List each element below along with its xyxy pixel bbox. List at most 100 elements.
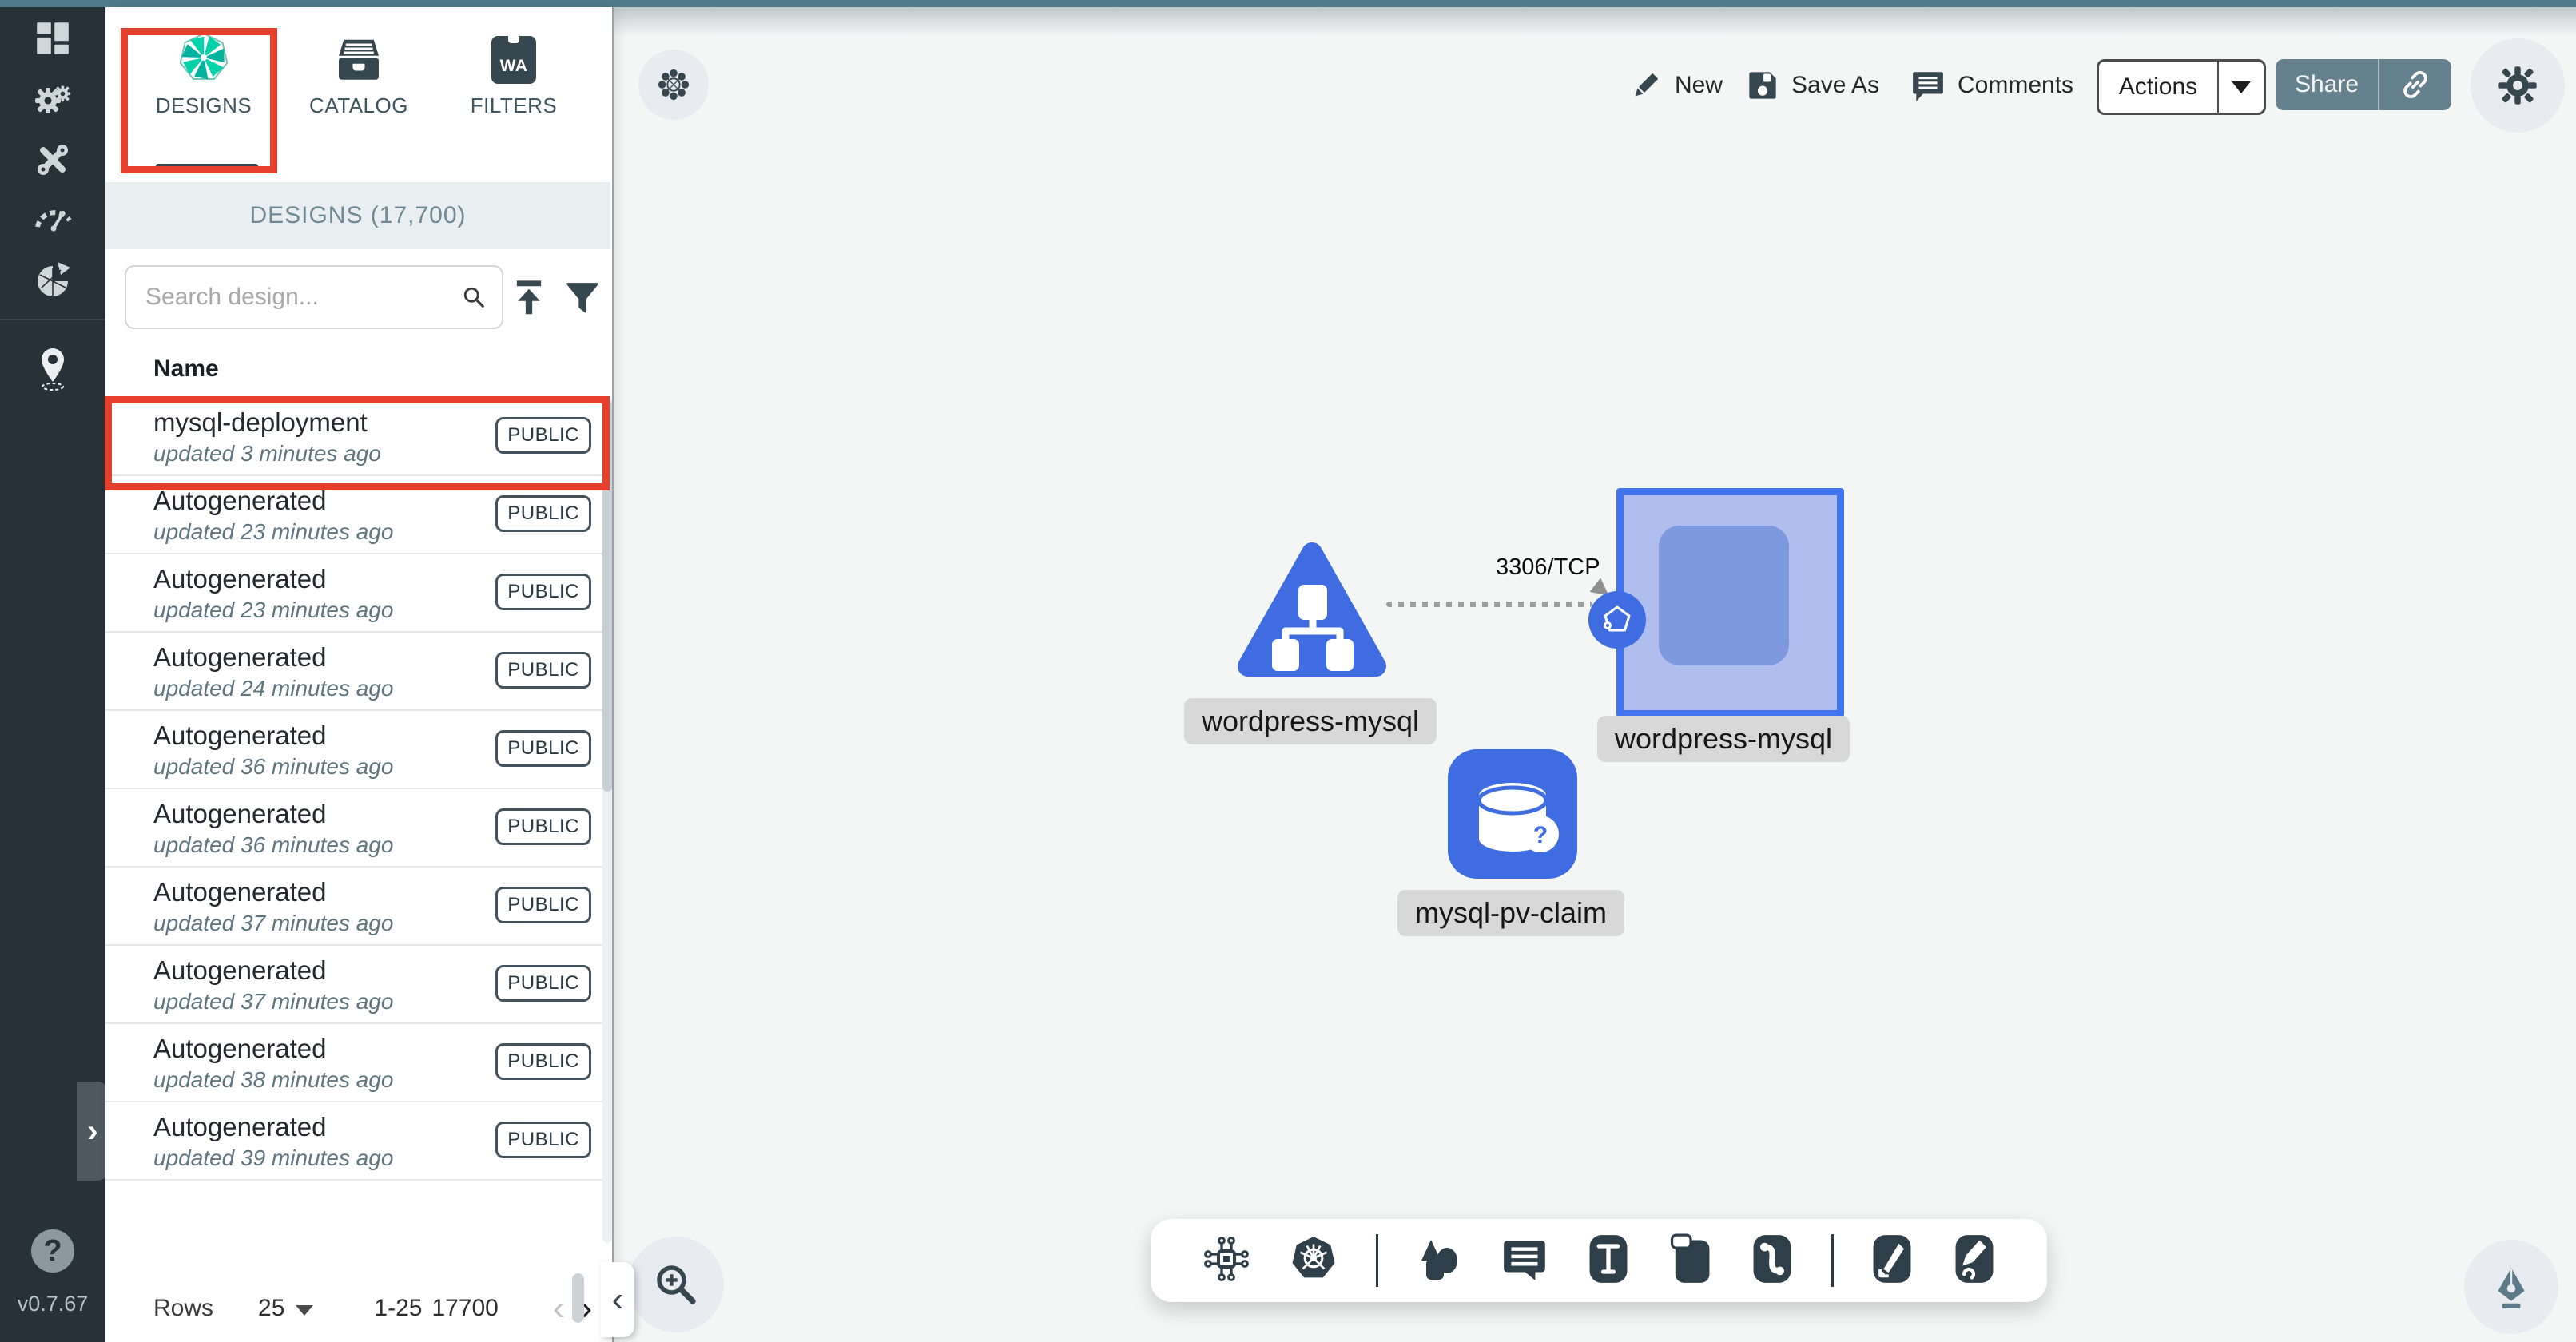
design-list-item[interactable]: Autogenerated updated 38 minutes ago PUB… [105,1024,610,1102]
visibility-badge: PUBLIC [495,887,591,923]
help-button[interactable]: ? [31,1229,74,1273]
components-tool-button[interactable] [1201,1233,1252,1288]
kubernetes-service-shape [1237,540,1387,677]
design-list-item[interactable]: Autogenerated updated 36 minutes ago PUB… [105,711,610,789]
link-tool-button[interactable] [1749,1233,1795,1288]
tab-filters-label: FILTERS [471,93,557,118]
lifecycle-gears-icon [32,78,74,120]
media-tool-icon [1668,1233,1714,1284]
pencil-icon [1630,69,1662,101]
zoom-in-button[interactable] [628,1237,724,1332]
visibility-badge: PUBLIC [495,808,591,845]
rows-label: Rows [153,1295,213,1322]
node-service-wordpress-mysql[interactable] [1237,540,1387,681]
toolbar-divider [1831,1234,1834,1287]
dot-mesh-icon [655,66,692,103]
comment-icon [1911,69,1945,102]
new-button[interactable]: New [1630,61,1723,110]
gear-icon [2495,63,2540,108]
comment-tool-button[interactable] [1501,1234,1550,1288]
whiteboard-pen-button[interactable] [2464,1240,2558,1334]
design-updated: updated 37 minutes ago [153,989,393,1014]
design-list-item[interactable]: Autogenerated updated 37 minutes ago PUB… [105,946,610,1024]
drawer-scrollbar-thumb[interactable] [572,1273,584,1323]
save-icon [1747,69,1779,101]
media-tool-button[interactable] [1668,1233,1714,1288]
share-button[interactable]: Share [2276,59,2451,110]
node-label-service: wordpress-mysql [1184,698,1437,744]
sidebar-divider [0,319,105,320]
extensions-icon [32,259,74,300]
tab-catalog-label: CATALOG [309,93,408,118]
save-as-button[interactable]: Save As [1747,61,1879,110]
sidebar-item-kanvas[interactable] [0,339,105,399]
design-name: Autogenerated [153,877,327,907]
copy-link-button[interactable] [2379,69,2451,100]
design-name: Autogenerated [153,1034,327,1064]
window-top-strip [0,0,2576,7]
sidebar-item-performance[interactable] [0,186,105,245]
tab-filters[interactable]: WA FILTERS [438,36,590,118]
sidebar-expand-button[interactable]: › [77,1082,109,1181]
actions-dropdown-button[interactable] [2219,81,2264,93]
settings-button[interactable] [2471,38,2565,133]
tab-catalog[interactable]: CATALOG [283,38,435,118]
new-button-label: New [1675,72,1723,99]
design-updated: updated 39 minutes ago [153,1145,393,1171]
search-input[interactable] [126,284,462,311]
prev-page-button[interactable]: ‹ [545,1291,573,1326]
node-label-deployment: wordpress-mysql [1597,716,1850,762]
scalpel-tool-icon [1869,1233,1915,1284]
node-pvc-mysql-pv-claim[interactable]: ? [1448,749,1577,879]
shapes-tool-button[interactable] [1413,1233,1465,1288]
shapes-tool-icon [1413,1233,1465,1284]
import-design-button[interactable] [511,280,547,322]
dashboard-icon [35,21,70,56]
pencil-tool-button[interactable] [1951,1233,1998,1288]
app-sidebar: › ? v0.7.67 [0,7,105,1342]
design-list-item[interactable]: Autogenerated updated 39 minutes ago PUB… [105,1102,610,1181]
page-size-select[interactable]: 25 [258,1295,284,1322]
canvas-menu-button[interactable] [638,50,709,120]
sidebar-item-configuration[interactable] [0,130,105,189]
search-icon [462,281,486,313]
node-deployment-wordpress-mysql[interactable] [1616,488,1844,717]
visibility-badge: PUBLIC [495,730,591,767]
visibility-badge: PUBLIC [495,1043,591,1080]
drawer-collapse-button[interactable]: ‹ [601,1262,634,1337]
filter-list-button[interactable] [566,282,599,320]
catalog-archive-icon [335,38,383,84]
edge-service-to-deployment[interactable] [1386,602,1592,607]
design-updated: updated 23 minutes ago [153,519,393,545]
text-tool-button[interactable] [1585,1233,1632,1288]
sidebar-item-extensions[interactable] [0,250,105,309]
design-list-item[interactable]: Autogenerated updated 24 minutes ago PUB… [105,633,610,711]
annotation-designs-tab [121,28,277,173]
sidebar-item-lifecycle[interactable] [0,69,105,129]
design-updated: updated 38 minutes ago [153,1067,393,1093]
node-label-pvc: mysql-pv-claim [1397,890,1624,936]
designs-list: mysql-deployment updated 3 minutes ago P… [105,396,610,1181]
kubernetes-tool-button[interactable] [1287,1233,1340,1289]
toolbar-divider [1376,1234,1378,1287]
design-updated: updated 37 minutes ago [153,911,393,936]
caret-down-icon [2232,81,2251,93]
panel-header: DESIGNS (17,700) [105,182,610,249]
page-size-caret-icon[interactable] [296,1295,313,1322]
design-list-item[interactable]: Autogenerated updated 37 minutes ago PUB… [105,868,610,946]
visibility-badge: PUBLIC [495,965,591,1002]
link-icon [2400,69,2431,100]
actions-button[interactable]: Actions [2097,59,2266,115]
design-list-item[interactable]: Autogenerated updated 36 minutes ago PUB… [105,789,610,868]
comments-button-label: Comments [1958,72,2073,99]
actions-button-label: Actions [2099,73,2217,101]
wasm-filter-icon: WA [491,36,536,84]
design-name: Autogenerated [153,721,327,751]
design-list-item[interactable]: Autogenerated updated 23 minutes ago PUB… [105,554,610,633]
components-icon [1201,1233,1252,1284]
port-endpoint-badge[interactable] [1588,591,1646,649]
pagination-bar: Rows 25 1-25 17700 ‹ › [105,1274,610,1342]
comments-button[interactable]: Comments [1911,61,2073,110]
sidebar-item-dashboard[interactable] [0,9,105,68]
scalpel-tool-button[interactable] [1869,1233,1915,1288]
